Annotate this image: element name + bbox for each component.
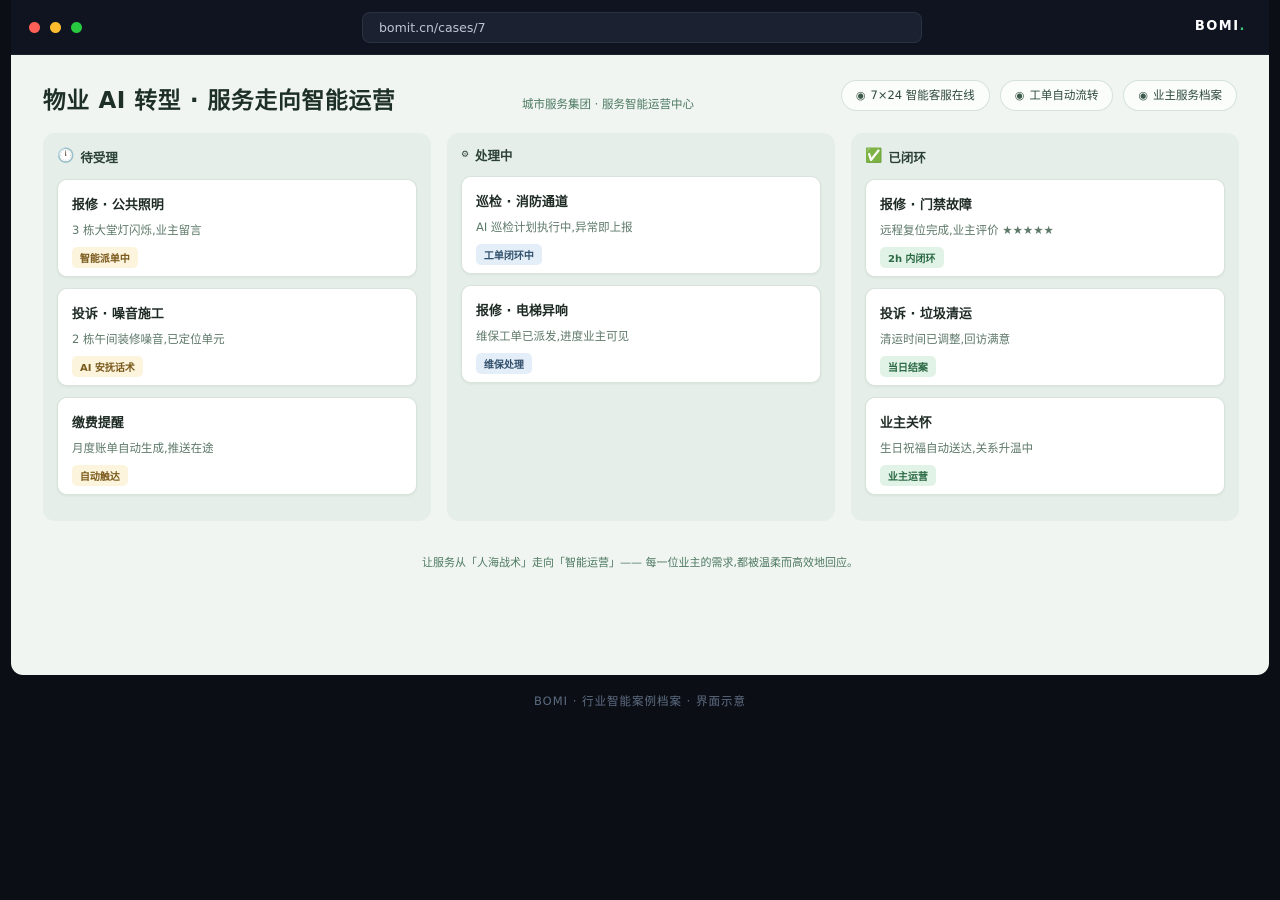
- card-description: 3 栋大堂灯闪烁,业主留言: [72, 223, 202, 237]
- column-pending: 🕛 待受理 报修 · 公共照明 3 栋大堂灯闪烁,业主留言 智能派单中 投诉 ·…: [43, 133, 431, 521]
- column-header: ✅ 已闭环: [865, 133, 1225, 179]
- clock-icon: 🕛: [57, 148, 75, 164]
- card-description: 生日祝福自动送达,关系升温中: [880, 441, 1034, 455]
- column-title: 已闭环: [888, 149, 926, 165]
- status-tag: 业主运营: [880, 465, 936, 486]
- page-subtitle: 城市服务集团 · 服务智能运营中心: [522, 97, 694, 111]
- gear-icon: ⚙: [461, 149, 470, 160]
- ticket-card[interactable]: 报修 · 门禁故障 远程复位完成,业主评价 ★★★★★ 2h 内闭环: [865, 179, 1225, 277]
- card-description: 清运时间已调整,回访满意: [880, 332, 1011, 346]
- card-title: 报修 · 电梯异响: [476, 304, 568, 319]
- card-title: 业主关怀: [880, 416, 933, 431]
- browser-titlebar: bomit.cn/cases/7 BOMI.: [11, 0, 1269, 55]
- close-window-button[interactable]: [29, 22, 40, 33]
- ticket-card[interactable]: 缴费提醒 月度账单自动生成,推送在途 自动触达: [57, 397, 417, 495]
- card-description: 2 栋午间装修噪音,已定位单元: [72, 332, 225, 346]
- status-tag: 自动触达: [72, 465, 128, 486]
- ticket-card[interactable]: 投诉 · 垃圾清运 清运时间已调整,回访满意 当日结案: [865, 288, 1225, 386]
- card-description: 维保工单已派发,进度业主可见: [476, 329, 630, 343]
- radio-dot-icon: ◉: [855, 89, 866, 102]
- ticket-card[interactable]: 报修 · 公共照明 3 栋大堂灯闪烁,业主留言 智能派单中: [57, 179, 417, 277]
- card-title: 巡检 · 消防通道: [476, 195, 568, 210]
- chip-ticket-flow[interactable]: ◉ 工单自动流转: [999, 80, 1114, 111]
- column-closed: ✅ 已闭环 报修 · 门禁故障 远程复位完成,业主评价 ★★★★★ 2h 内闭环…: [851, 133, 1239, 521]
- card-title: 投诉 · 垃圾清运: [880, 307, 972, 322]
- column-title: 待受理: [80, 149, 118, 165]
- tagline: 让服务从「人海战术」走向「智能运营」—— 每一位业主的需求,都被温柔而高效地回应…: [422, 556, 858, 569]
- status-tag: AI 安抚话术: [72, 356, 143, 377]
- radio-dot-icon: ◉: [1138, 89, 1148, 102]
- address-bar[interactable]: bomit.cn/cases/7: [362, 12, 922, 43]
- brand-dot: .: [1239, 19, 1246, 34]
- ticket-card[interactable]: 巡检 · 消防通道 AI 巡检计划执行中,异常即上报 工单闭环中: [461, 176, 821, 274]
- page-title: 物业 AI 转型 · 服务走向智能运营: [43, 88, 396, 114]
- card-description: AI 巡检计划执行中,异常即上报: [476, 220, 633, 234]
- column-in-progress: ⚙ 处理中 巡检 · 消防通道 AI 巡检计划执行中,异常即上报 工单闭环中 报…: [447, 133, 835, 521]
- card-title: 缴费提醒: [72, 416, 125, 431]
- maximize-window-button[interactable]: [71, 22, 82, 33]
- kanban-board: 🕛 待受理 报修 · 公共照明 3 栋大堂灯闪烁,业主留言 智能派单中 投诉 ·…: [43, 133, 1239, 521]
- ticket-card[interactable]: 业主关怀 生日祝福自动送达,关系升温中 业主运营: [865, 397, 1225, 495]
- check-mark-icon: ✅: [865, 148, 883, 164]
- chip-label: 工单自动流转: [1029, 88, 1099, 102]
- brand-logo: BOMI.: [1195, 19, 1246, 34]
- chip-ai-service[interactable]: ◉ 7×24 智能客服在线: [840, 80, 990, 111]
- chip-label: 7×24 智能客服在线: [870, 88, 975, 102]
- status-tag: 智能派单中: [72, 247, 138, 268]
- card-title: 报修 · 门禁故障: [880, 198, 972, 213]
- column-header: ⚙ 处理中: [461, 133, 821, 176]
- column-title: 处理中: [475, 148, 513, 163]
- chip-owner-archive[interactable]: ◉ 业主服务档案: [1123, 80, 1237, 111]
- card-title: 投诉 · 噪音施工: [72, 307, 164, 322]
- ticket-card[interactable]: 投诉 · 噪音施工 2 栋午间装修噪音,已定位单元 AI 安抚话术: [57, 288, 417, 386]
- card-description: 月度账单自动生成,推送在途: [72, 441, 214, 455]
- page-footer: BOMI · 行业智能案例档案 · 界面示意: [534, 694, 746, 708]
- status-tag: 维保处理: [476, 353, 532, 374]
- card-title: 报修 · 公共照明: [72, 198, 164, 213]
- card-description: 远程复位完成,业主评价 ★★★★★: [880, 223, 1054, 237]
- status-tag: 当日结案: [880, 356, 936, 377]
- page-content: 物业 AI 转型 · 服务走向智能运营 城市服务集团 · 服务智能运营中心 ◉ …: [11, 55, 1269, 675]
- radio-dot-icon: ◉: [1014, 89, 1025, 102]
- brand-name: BOMI: [1194, 19, 1240, 34]
- browser-window: bomit.cn/cases/7 BOMI. 物业 AI 转型 · 服务走向智能…: [11, 0, 1269, 675]
- status-tag: 工单闭环中: [476, 244, 542, 265]
- status-tag: 2h 内闭环: [880, 247, 944, 268]
- chip-label: 业主服务档案: [1153, 88, 1222, 102]
- column-header: 🕛 待受理: [57, 133, 417, 179]
- minimize-window-button[interactable]: [50, 22, 61, 33]
- ticket-card[interactable]: 报修 · 电梯异响 维保工单已派发,进度业主可见 维保处理: [461, 285, 821, 383]
- feature-chips: ◉ 7×24 智能客服在线 ◉ 工单自动流转 ◉ 业主服务档案: [840, 80, 1237, 111]
